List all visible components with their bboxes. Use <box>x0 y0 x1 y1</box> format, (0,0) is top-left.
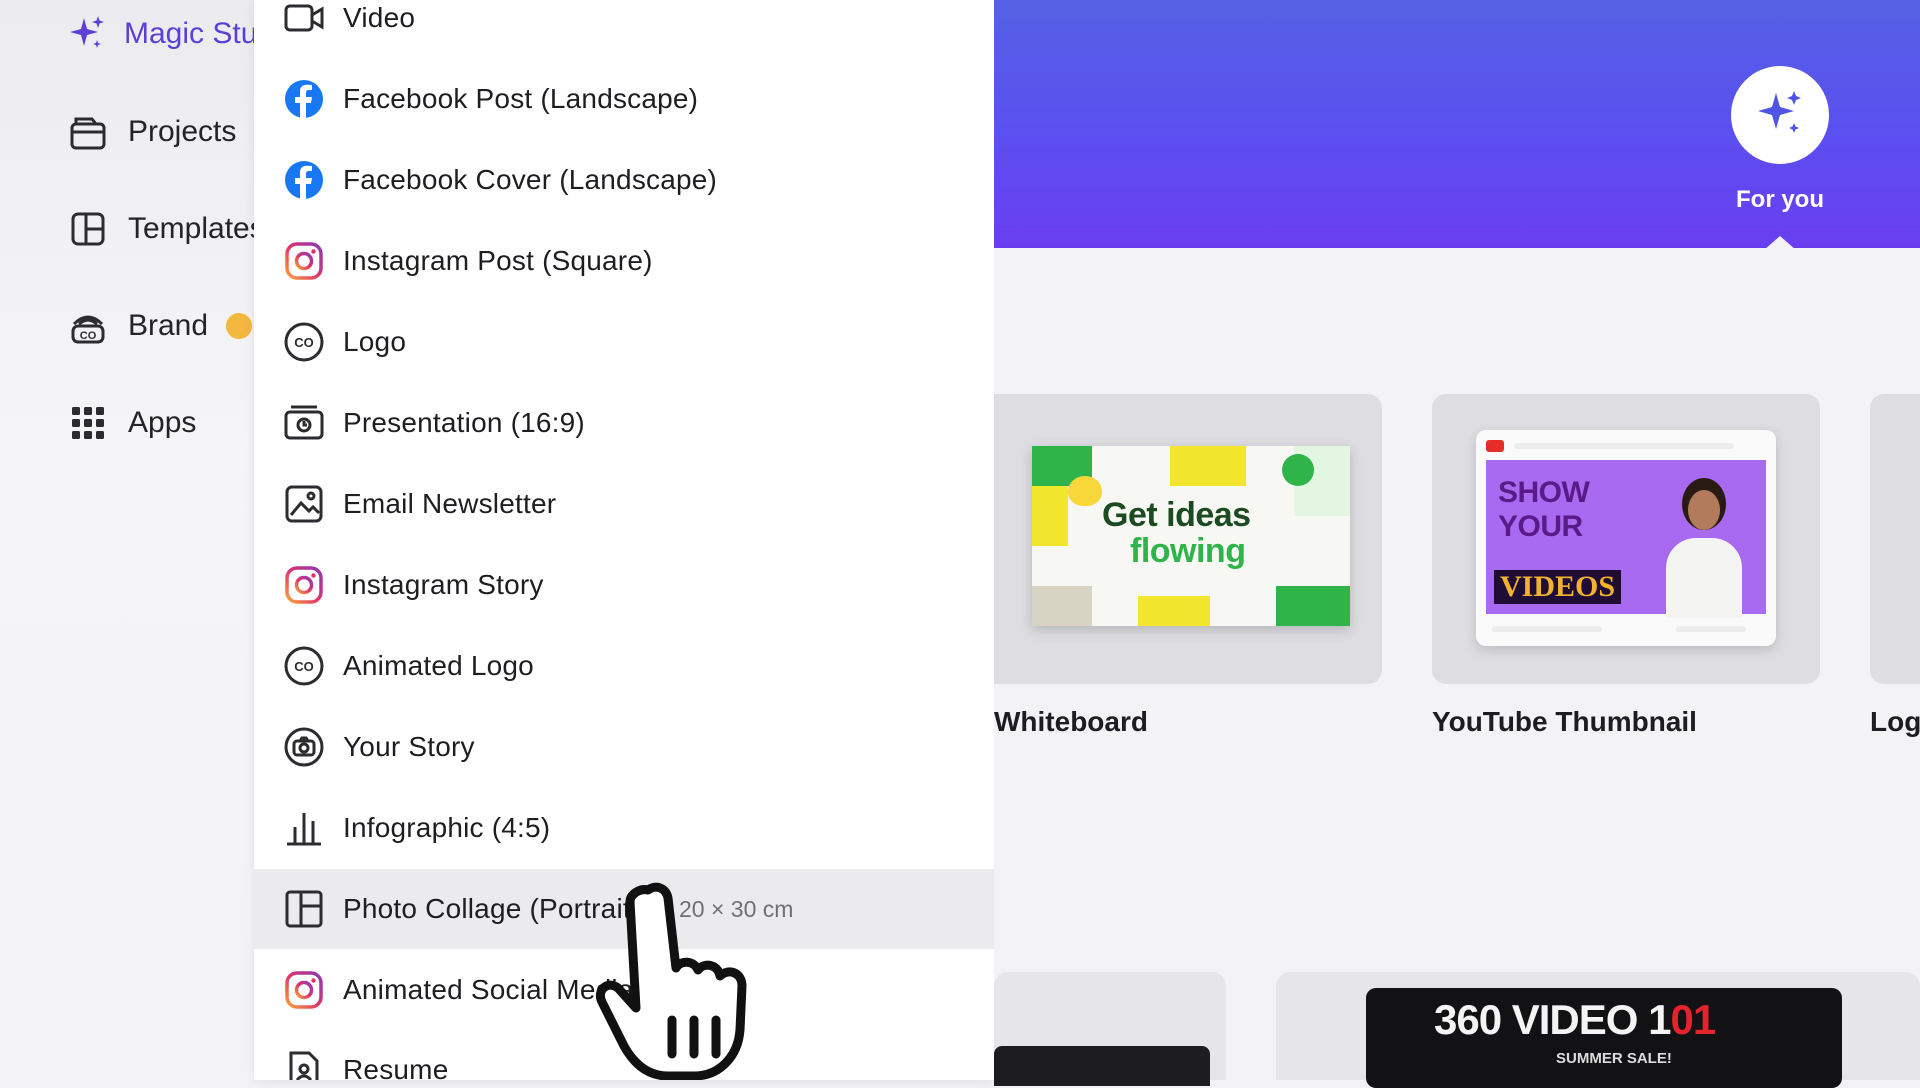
menu-item-label: Video <box>343 2 416 33</box>
hero-banner: For you <box>994 0 1920 250</box>
sparkle-icon <box>1752 85 1808 146</box>
video-camera-icon <box>282 0 326 40</box>
menu-item-label: Facebook Cover (Landscape) <box>343 164 718 195</box>
star-sticker-icon <box>1282 454 1314 486</box>
menu-item-facebook-post[interactable]: Facebook Post (Landscape) <box>254 59 994 139</box>
brand-icon: CO <box>66 304 110 348</box>
template-card-youtube-thumbnail[interactable]: SHOW YOUR VIDEOS <box>1432 394 1820 684</box>
camera-icon <box>282 725 326 769</box>
collage-layout-icon <box>282 887 326 931</box>
menu-item-email-newsletter[interactable]: Email Newsletter <box>254 464 994 544</box>
menu-item-label: Instagram Story <box>343 569 544 600</box>
design-type-menu: Video Facebook Post (Landscape) Facebook… <box>254 0 994 1080</box>
bar-chart-icon <box>282 806 326 850</box>
sidebar-item-magic-studio[interactable]: Magic Studio <box>66 6 297 62</box>
youtube-thumb-line1: SHOW <box>1498 476 1590 509</box>
main-content: For you Get ideas flowing Whiteboard SHO… <box>994 0 1920 1088</box>
menu-item-animated-logo[interactable]: CO Animated Logo <box>254 626 994 706</box>
video-banner-thumbnail: 360 VIDEO 101 SUMMER SALE! <box>1366 988 1842 1088</box>
menu-item-your-story[interactable]: Your Story <box>254 707 994 787</box>
active-tab-caret <box>1764 236 1796 250</box>
youtube-logo-icon <box>1486 440 1504 452</box>
menu-item-label: Animated Logo <box>343 650 534 681</box>
menu-item-label: Logo <box>343 326 407 357</box>
dimensions-label: 20 × 30 cm <box>679 895 794 922</box>
facebook-icon <box>282 77 326 121</box>
logo-co-icon: CO <box>282 644 326 688</box>
left-sidebar: Magic Studio Projects Templates CO Brand… <box>0 0 297 1080</box>
menu-item-label: Photo Collage (Portrait) <box>343 893 641 924</box>
sidebar-item-templates[interactable]: Templates <box>66 201 266 257</box>
person-photo <box>1656 472 1750 618</box>
card-title-logo: Logo <box>1870 706 1920 737</box>
sidebar-item-brand[interactable]: CO Brand <box>66 298 266 354</box>
facebook-icon <box>282 158 326 202</box>
sidebar-item-label: Templates <box>128 212 265 245</box>
svg-text:CO: CO <box>80 330 97 342</box>
menu-item-photo-collage[interactable]: Photo Collage (Portrait) 20 × 30 cm <box>254 869 994 949</box>
template-card-bottom-1[interactable] <box>994 972 1226 1086</box>
menu-item-resume[interactable]: Resume <box>254 1030 994 1080</box>
heart-smile-sticker-icon <box>1068 476 1102 506</box>
folder-icon <box>66 110 110 154</box>
menu-item-instagram-story[interactable]: Instagram Story <box>254 545 994 625</box>
menu-item-video[interactable]: Video <box>254 0 994 58</box>
youtube-thumb-line3: VIDEOS <box>1494 570 1622 604</box>
instagram-icon <box>282 563 326 607</box>
magic-sparkle-icon <box>66 12 106 56</box>
for-you-label: For you <box>1736 186 1824 213</box>
sidebar-item-label: Apps <box>128 406 197 439</box>
sidebar-item-label: Projects <box>128 115 237 148</box>
sidebar-item-projects[interactable]: Projects <box>66 104 266 160</box>
menu-item-animated-social-media[interactable]: Animated Social Media <box>254 950 994 1030</box>
card-title-whiteboard: Whiteboard <box>994 706 1148 737</box>
whiteboard-thumbnail: Get ideas flowing <box>1032 446 1350 626</box>
sidebar-item-apps[interactable]: Apps <box>66 395 266 451</box>
instagram-icon <box>282 968 326 1012</box>
menu-item-facebook-cover[interactable]: Facebook Cover (Landscape) <box>254 140 994 220</box>
menu-item-label: Infographic (4:5) <box>343 812 551 843</box>
template-card-whiteboard[interactable]: Get ideas flowing <box>994 394 1382 684</box>
menu-item-infographic[interactable]: Infographic (4:5) <box>254 788 994 868</box>
menu-item-label: Facebook Post (Landscape) <box>343 83 699 114</box>
video-banner-title: 360 VIDEO 101 <box>1434 996 1716 1043</box>
svg-text:CO: CO <box>294 335 314 350</box>
image-icon <box>282 482 326 526</box>
youtube-thumb-line2: YOUR <box>1498 510 1583 543</box>
sidebar-item-label: Brand <box>128 309 209 342</box>
template-icon <box>66 207 110 251</box>
svg-text:CO: CO <box>294 659 314 674</box>
menu-item-logo[interactable]: CO Logo <box>254 302 994 382</box>
menu-item-label: Instagram Post (Square) <box>343 245 653 276</box>
menu-item-label: Resume <box>343 1054 449 1080</box>
video-banner-subtitle: SUMMER SALE! <box>1556 1050 1672 1067</box>
logo-co-icon: CO <box>282 320 326 364</box>
menu-item-instagram-post[interactable]: Instagram Post (Square) <box>254 221 994 301</box>
crown-icon <box>226 313 253 339</box>
card-title-youtube-thumbnail: YouTube Thumbnail <box>1432 706 1697 737</box>
whiteboard-thumb-line2: flowing <box>1130 532 1246 570</box>
presentation-icon <box>282 401 326 445</box>
instagram-icon <box>282 239 326 283</box>
for-you-button[interactable] <box>1731 66 1829 164</box>
template-card-logo[interactable] <box>1870 394 1920 684</box>
menu-item-presentation[interactable]: Presentation (16:9) <box>254 383 994 463</box>
whiteboard-thumb-line1: Get ideas <box>1102 496 1251 534</box>
menu-item-label: Animated Social Media <box>343 974 634 1005</box>
resume-icon <box>282 1048 326 1080</box>
menu-item-label: Your Story <box>343 731 475 762</box>
menu-item-label: Presentation (16:9) <box>343 407 585 438</box>
youtube-thumbnail: SHOW YOUR VIDEOS <box>1476 430 1776 646</box>
menu-item-label: Email Newsletter <box>343 488 557 519</box>
apps-grid-icon <box>66 401 110 445</box>
